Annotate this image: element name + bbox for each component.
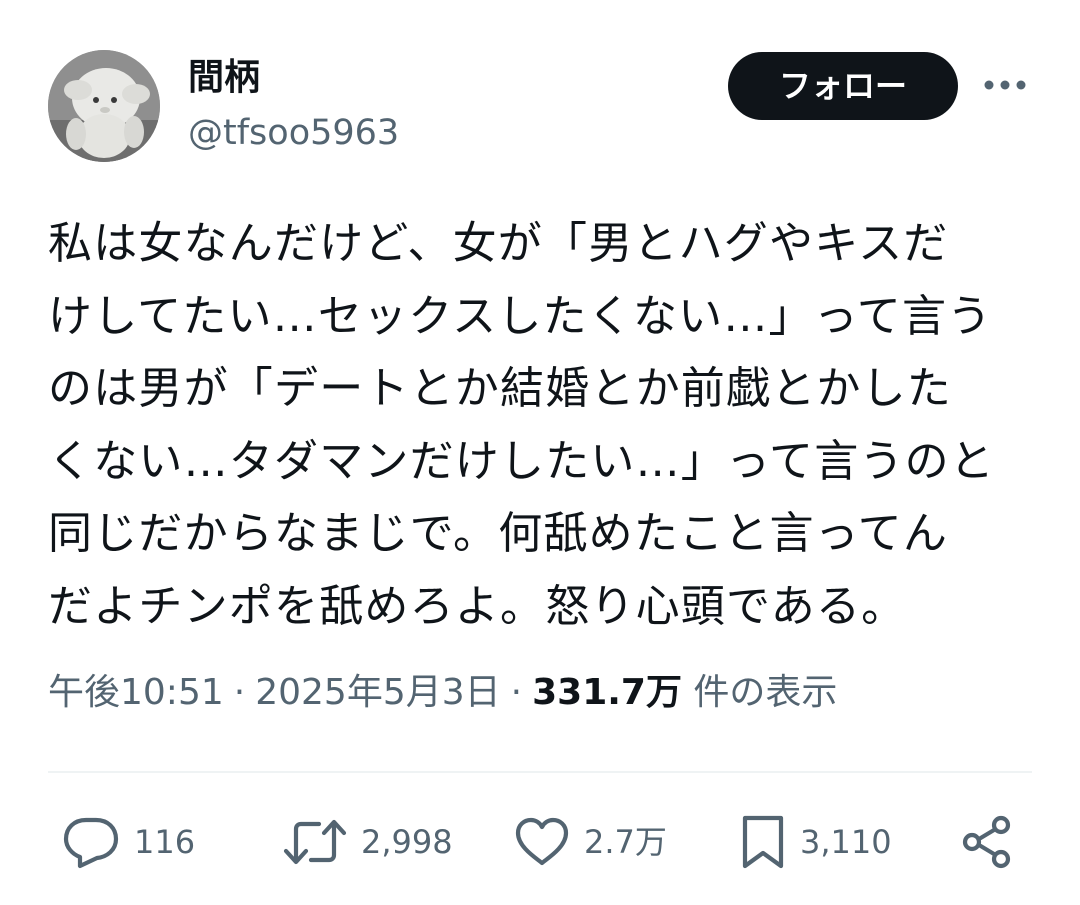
user-handle[interactable]: @tfsoo5963	[188, 110, 399, 156]
tweet-line: 私は女なんだけど、女が「男とハグやキスだ	[48, 218, 949, 269]
tweet-line: のは男が「デートとか結婚とか前戯とかした	[48, 363, 952, 414]
retweet-count: 2,998	[361, 823, 453, 861]
tweet-time[interactable]: 午後10:51	[48, 672, 224, 713]
bookmark-count: 3,110	[800, 823, 892, 861]
bookmark-button[interactable]: 3,110	[740, 812, 892, 872]
bookmark-icon	[742, 815, 784, 869]
more-dots-icon[interactable]	[980, 70, 1030, 100]
views-label: 件の表示	[693, 672, 838, 713]
tweet-text: 私は女なんだけど、女が「男とハグやキスだ けしてたい…セックスしたくない…」って…	[48, 208, 1038, 643]
heart-icon	[515, 817, 569, 866]
display-name[interactable]: 間柄	[188, 54, 260, 102]
views-count[interactable]: 331.7万	[532, 672, 682, 713]
tweet-line: けしてたい…セックスしたくない…」って言う	[48, 290, 993, 342]
retweet-icon	[283, 819, 347, 865]
tweet-line: くない…タダマンだけしたい…」って言うのと	[48, 435, 995, 487]
tweet-line: だよチンポを舐めろよ。怒り心頭である。	[48, 580, 907, 632]
tweet-line: 同じだからなまじで。何舐めたこと言ってん	[48, 508, 949, 559]
like-count: 2.7万	[584, 823, 667, 861]
follow-button[interactable]: フォロー	[728, 52, 958, 120]
reply-button[interactable]: 116	[62, 812, 195, 872]
tweet-date[interactable]: 2025年5月3日	[255, 672, 500, 713]
plush-toy-avatar-icon	[48, 50, 160, 162]
share-button[interactable]	[958, 812, 1016, 872]
meta-separator: ·	[233, 672, 246, 713]
divider	[48, 771, 1032, 773]
like-button[interactable]: 2.7万	[514, 812, 667, 872]
avatar[interactable]	[48, 50, 160, 162]
retweet-button[interactable]: 2,998	[283, 812, 453, 872]
tweet-meta: 午後10:51 · 2025年5月3日 · 331.7万 件の表示	[48, 666, 837, 720]
reply-icon	[63, 817, 119, 869]
share-icon	[962, 815, 1011, 869]
meta-separator: ·	[510, 672, 523, 713]
reply-count: 116	[134, 823, 196, 861]
tweet-header: 間柄 @tfsoo5963 フォロー	[48, 50, 1038, 170]
